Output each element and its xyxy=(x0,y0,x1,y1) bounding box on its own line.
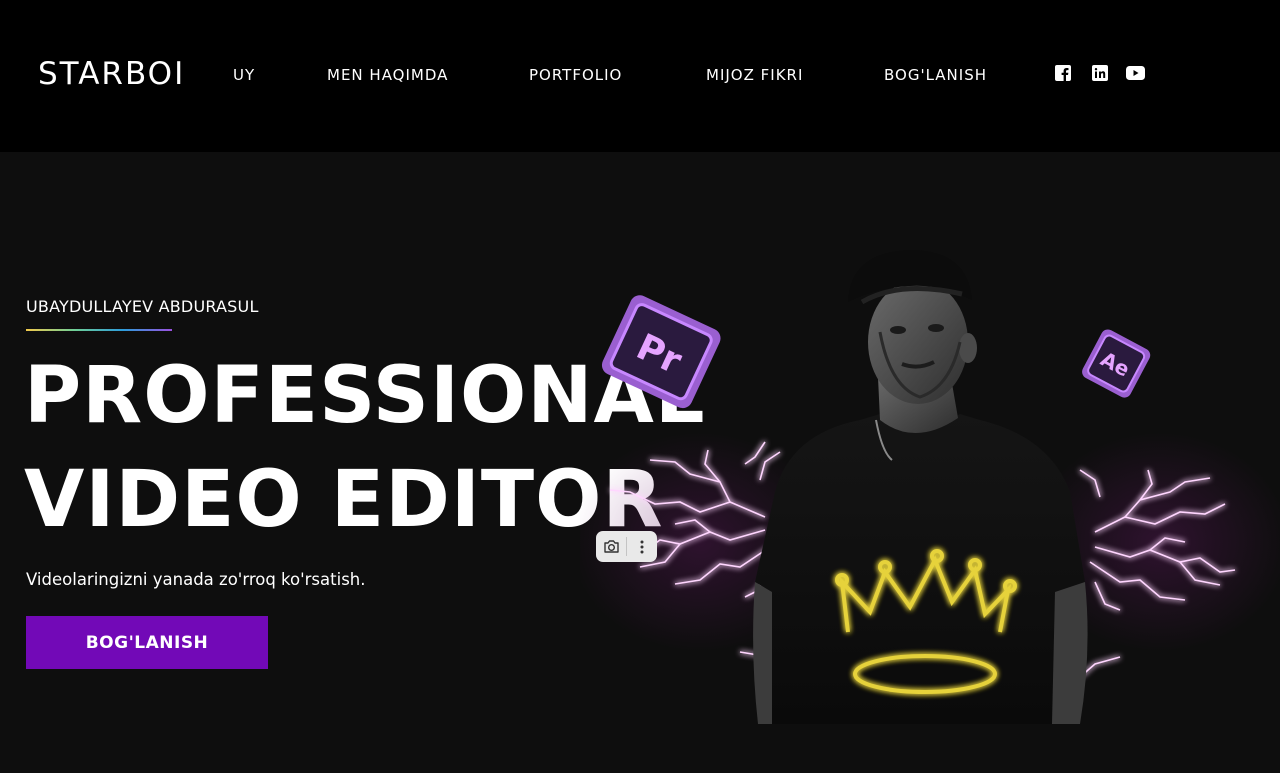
more-vertical-icon[interactable] xyxy=(627,531,657,562)
nav-item-contact[interactable]: BOG'LANISH xyxy=(884,66,987,84)
premiere-pro-icon: Pr xyxy=(601,295,721,409)
hero-illustration: Pr Ae xyxy=(580,250,1280,724)
hero-subtitle: UBAYDULLAYEV ABDURASUL xyxy=(26,297,259,316)
after-effects-icon: Ae xyxy=(1082,329,1151,398)
hero-tagline: Videolaringizni yanada zo'rroq ko'rsatis… xyxy=(26,570,366,589)
nav-item-about[interactable]: MEN HAQIMDA xyxy=(327,66,448,84)
camera-icon[interactable] xyxy=(596,531,626,562)
contact-button[interactable]: BOG'LANISH xyxy=(26,616,268,669)
facebook-icon[interactable] xyxy=(1055,65,1071,81)
site-logo[interactable]: STARBOI xyxy=(38,56,185,92)
nav-item-testimonials[interactable]: MIJOZ FIKRI xyxy=(706,66,803,84)
gradient-underline xyxy=(26,329,172,331)
nav-item-home[interactable]: UY xyxy=(233,66,255,84)
nav-item-portfolio[interactable]: PORTFOLIO xyxy=(529,66,622,84)
person-portrait xyxy=(753,250,1088,724)
linkedin-icon[interactable] xyxy=(1092,65,1108,81)
site-header: STARBOI UY MEN HAQIMDA PORTFOLIO MIJOZ F… xyxy=(0,0,1280,152)
image-toolbar xyxy=(596,531,657,562)
hero-section: UBAYDULLAYEV ABDURASUL PROFESSIONAL VIDE… xyxy=(0,152,1280,773)
youtube-icon[interactable] xyxy=(1126,65,1145,81)
